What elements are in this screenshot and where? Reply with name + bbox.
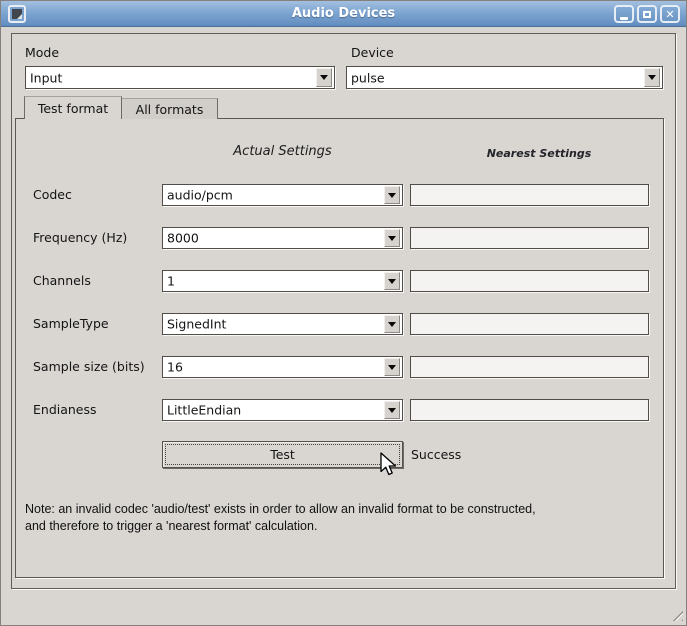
- mode-value: Input: [30, 70, 62, 85]
- minimize-button[interactable]: [614, 5, 634, 23]
- mode-combobox[interactable]: Input: [25, 66, 335, 89]
- tab-all-formats[interactable]: All formats: [122, 98, 218, 119]
- resize-grip-icon[interactable]: [668, 606, 683, 621]
- audio-devices-window: Audio Devices ✕ Mode Input Device pulse …: [0, 0, 687, 626]
- titlebar[interactable]: Audio Devices ✕: [1, 1, 686, 27]
- device-label: Device: [351, 45, 394, 60]
- chevron-down-icon: [320, 75, 328, 80]
- device-dropdown-button[interactable]: [644, 68, 660, 87]
- window-controls: ✕: [614, 5, 680, 23]
- close-button[interactable]: ✕: [660, 5, 680, 23]
- maximize-button[interactable]: [637, 5, 657, 23]
- tab-test-format[interactable]: Test format: [24, 96, 122, 119]
- tab-pane: [15, 118, 664, 578]
- mode-label: Mode: [25, 45, 59, 60]
- maximize-icon: [643, 11, 651, 18]
- device-combobox[interactable]: pulse: [346, 66, 663, 89]
- close-icon: ✕: [665, 9, 674, 20]
- device-value: pulse: [351, 70, 385, 85]
- mode-dropdown-button[interactable]: [316, 68, 332, 87]
- window-title: Audio Devices: [1, 6, 686, 21]
- chevron-down-icon: [648, 75, 656, 80]
- mouse-cursor-icon: [379, 452, 401, 478]
- minimize-icon: [620, 17, 628, 20]
